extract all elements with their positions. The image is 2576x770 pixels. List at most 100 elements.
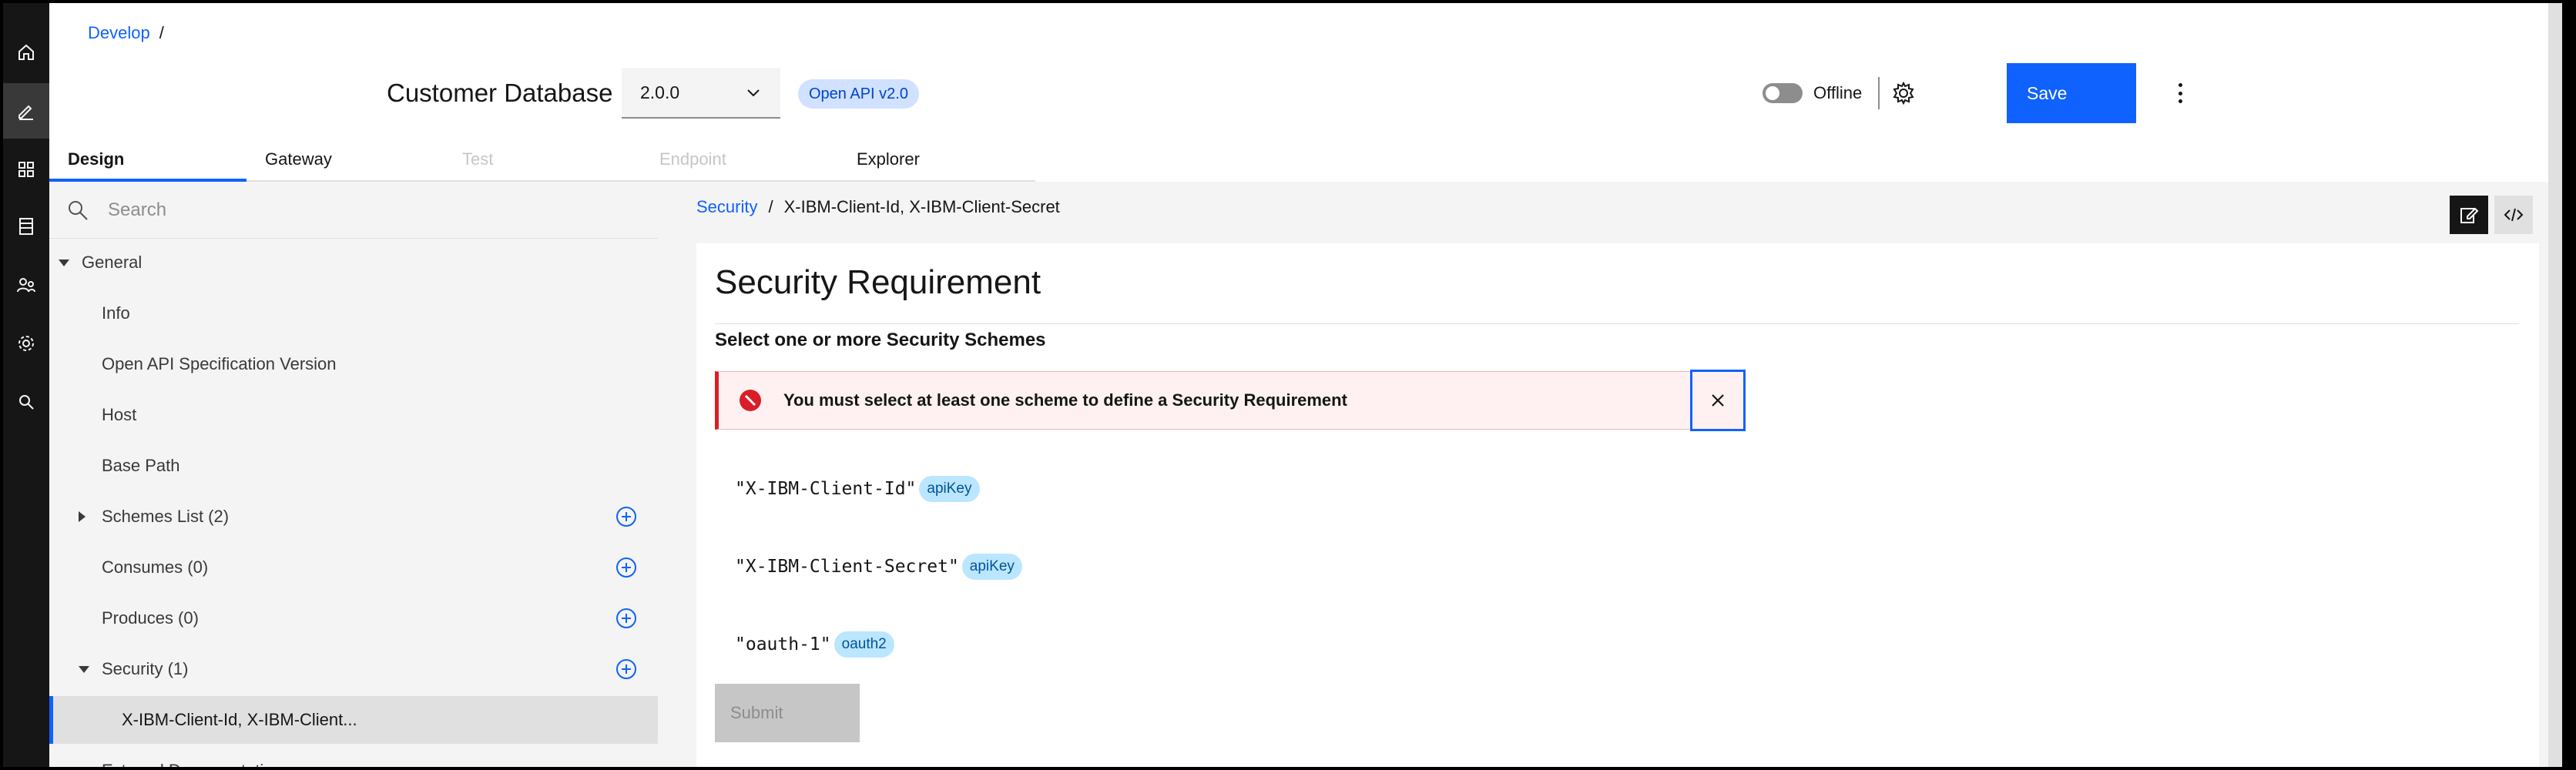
rail-develop[interactable] [3, 83, 49, 139]
apps-icon [18, 162, 34, 177]
header-divider [1878, 77, 1880, 109]
design-nav: Search General Info Open API Specification… [49, 182, 658, 767]
security-crumb-link[interactable]: Security [696, 197, 757, 217]
nav-item[interactable]: Open API Specification Version [49, 340, 658, 388]
rail-home[interactable] [3, 25, 49, 80]
add-icon[interactable] [615, 658, 638, 681]
window-scrollbar[interactable] [2548, 3, 2562, 767]
nav-item[interactable]: Security (1) [49, 645, 658, 693]
nav-item-label: General [82, 253, 143, 272]
tab-gateway[interactable]: Gateway [247, 142, 444, 182]
nav-item-label: X-IBM-Client-Id, X-IBM-Client... [122, 710, 357, 729]
chevron-down-icon [747, 89, 760, 97]
tab-explorer[interactable]: Explorer [838, 142, 1035, 182]
breadcrumb-develop-link[interactable]: Develop [88, 23, 150, 43]
nav-item-label: Host [102, 405, 137, 424]
nav-item[interactable]: Base Path [49, 442, 658, 490]
nav-item[interactable]: External Documentation [49, 747, 658, 767]
nav-search[interactable]: Search [49, 182, 658, 239]
scheme-name: "X-IBM-Client-Secret" [735, 557, 959, 577]
security-requirement-card: Security Requirement Select one or more … [696, 243, 2539, 767]
nav-item-label: Consumes (0) [102, 557, 209, 577]
nav-item-label: External Documentation [102, 761, 283, 767]
breadcrumb: Develop / [88, 23, 164, 43]
nav-item[interactable]: Consumes (0) [49, 544, 658, 591]
scheme-option[interactable]: "X-IBM-Client-Secret" apiKey [735, 554, 1022, 580]
rail-catalog[interactable] [3, 199, 49, 254]
section-title: Security Requirement [715, 263, 1041, 301]
crumb-current: X-IBM-Client-Id, X-IBM-Client-Secret [783, 197, 1060, 216]
tab-endpoint: Endpoint [641, 142, 838, 182]
scheme-type-tag: oauth2 [834, 631, 894, 658]
error-notification: You must select at least one scheme to d… [715, 371, 1727, 430]
page-title: Customer Database [387, 79, 613, 107]
nav-item[interactable]: Schemes List (2) [49, 493, 658, 541]
nav-item[interactable]: Host [49, 391, 658, 439]
caret-down-icon[interactable] [79, 666, 89, 673]
security-breadcrumb: Security / X-IBM-Client-Id, X-IBM-Client… [696, 197, 1060, 217]
toggle-knob [1766, 86, 1779, 100]
edit-icon [2460, 207, 2479, 223]
nav-item-label: Schemes List (2) [102, 507, 230, 526]
search-icon [19, 395, 34, 410]
tab-design[interactable]: Design [49, 142, 247, 182]
spec-version-tag: Open API v2.0 [798, 79, 919, 109]
caret-down-icon[interactable] [59, 259, 69, 266]
schemes-heading: Select one or more Security Schemes [715, 330, 1046, 350]
code-icon [2504, 208, 2524, 222]
offline-label: Offline [1813, 83, 1863, 102]
rail-search[interactable] [3, 374, 49, 430]
add-icon[interactable] [615, 607, 638, 630]
scheme-option[interactable]: "oauth-1" oauth2 [735, 631, 894, 658]
notification-close-button[interactable] [1690, 370, 1746, 431]
offline-toggle[interactable]: Offline [1763, 83, 1862, 103]
settings-icon [18, 336, 34, 351]
scheme-name: "X-IBM-Client-Id" [735, 479, 917, 499]
title-divider [715, 323, 2519, 324]
gear-icon[interactable] [1890, 80, 1917, 106]
rail-apps[interactable] [3, 142, 49, 197]
nav-item-label: Base Path [102, 456, 180, 475]
submit-button: Submit [715, 684, 860, 742]
scheme-type-tag: apiKey [919, 476, 980, 502]
form-view-button[interactable] [2450, 196, 2488, 234]
source-view-button[interactable] [2494, 196, 2533, 234]
editor-tabs: Design Gateway Test Endpoint Explorer [49, 142, 1035, 182]
nav-item-label: Info [102, 303, 130, 323]
toggle-switch[interactable] [1763, 83, 1803, 103]
add-icon[interactable] [615, 556, 638, 579]
add-icon[interactable] [615, 505, 638, 528]
users-icon [17, 278, 35, 293]
error-message: You must select at least one scheme to d… [783, 390, 1347, 410]
version-dropdown[interactable]: 2.0.0 [622, 68, 780, 119]
app-window: Develop / Customer Database 2.0.0 Open A… [3, 3, 2562, 767]
crumb-separator: / [768, 197, 773, 216]
version-value: 2.0.0 [640, 82, 680, 102]
tab-test: Test [444, 142, 641, 182]
nav-item-label: Open API Specification Version [102, 354, 337, 373]
caret-right-icon[interactable] [79, 511, 86, 522]
main-panel: Security / X-IBM-Client-Id, X-IBM-Client… [658, 182, 2548, 767]
nav-item[interactable]: Info [49, 290, 658, 337]
overflow-menu-icon[interactable] [2177, 83, 2183, 103]
save-button[interactable]: Save [2007, 63, 2136, 123]
error-icon [740, 390, 761, 411]
edit-icon [18, 105, 33, 120]
scheme-name: "oauth-1" [735, 634, 831, 654]
nav-item[interactable]: X-IBM-Client-Id, X-IBM-Client... [49, 696, 658, 744]
search-icon [69, 200, 88, 220]
home-icon [18, 44, 34, 60]
nav-item[interactable]: Produces (0) [49, 594, 658, 642]
rail-settings[interactable] [3, 316, 49, 371]
left-rail [3, 3, 49, 767]
search-placeholder: Search [108, 199, 167, 220]
nav-item-label: Produces (0) [102, 608, 199, 628]
rail-users[interactable] [3, 257, 49, 313]
scheme-type-tag: apiKey [961, 554, 1022, 580]
catalog-icon [19, 218, 33, 235]
nav-item[interactable]: General [49, 239, 658, 286]
close-icon [1712, 394, 1724, 407]
nav-item-label: Security (1) [102, 659, 189, 678]
scheme-option[interactable]: "X-IBM-Client-Id" apiKey [735, 476, 980, 502]
breadcrumb-separator: / [159, 23, 164, 42]
